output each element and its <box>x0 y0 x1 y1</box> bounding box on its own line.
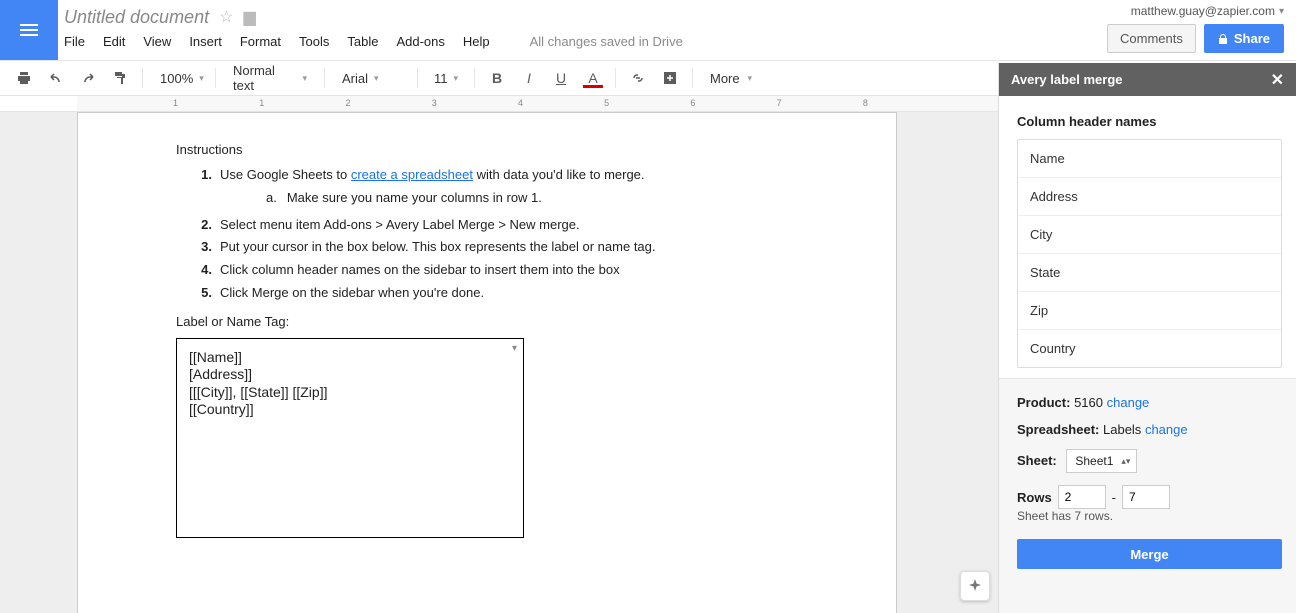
list-subitem: a.Make sure you name your columns in row… <box>176 187 848 210</box>
column-item-zip[interactable]: Zip <box>1018 291 1281 329</box>
change-spreadsheet-link[interactable]: change <box>1145 422 1188 437</box>
insert-link-icon[interactable] <box>624 65 652 91</box>
caret-down-icon: ▾ <box>453 73 458 84</box>
share-label: Share <box>1234 31 1270 46</box>
merge-button[interactable]: Merge <box>1017 539 1282 569</box>
menu-insert[interactable]: Insert <box>189 34 222 49</box>
caret-down-icon[interactable]: ▾ <box>512 343 517 356</box>
updown-icon: ▴▾ <box>1121 456 1130 467</box>
label-template-box[interactable]: ▾ [[Name]] [Address]] [[[City]], [[State… <box>176 338 524 538</box>
column-item-city[interactable]: City <box>1018 215 1281 253</box>
column-item-country[interactable]: Country <box>1018 329 1281 367</box>
rows-to-input[interactable] <box>1122 485 1170 509</box>
zoom-dropdown[interactable]: 100%▾ <box>151 65 207 91</box>
save-status: All changes saved in Drive <box>530 34 683 49</box>
instructions-heading: Instructions <box>176 141 848 160</box>
column-item-name[interactable]: Name <box>1018 140 1281 177</box>
caret-down-icon: ▾ <box>302 73 307 84</box>
label-box-heading: Label or Name Tag: <box>176 313 848 332</box>
share-button[interactable]: Share <box>1204 24 1284 53</box>
caret-down-icon: ▾ <box>747 73 752 84</box>
underline-icon[interactable]: U <box>547 65 575 91</box>
column-headers-title: Column header names <box>1017 114 1282 129</box>
app-logo[interactable] <box>0 0 58 60</box>
close-icon[interactable]: ✕ <box>1271 70 1284 90</box>
list-item: 4.Click column header names on the sideb… <box>198 259 848 282</box>
menu-format[interactable]: Format <box>240 34 281 49</box>
list-item: 2.Select menu item Add-ons > Avery Label… <box>198 214 848 237</box>
rows-row: Rows - <box>1017 485 1282 509</box>
caret-down-icon: ▾ <box>374 73 379 84</box>
explore-button[interactable] <box>960 571 990 601</box>
caret-down-icon: ▾ <box>1279 6 1284 17</box>
text-color-icon[interactable]: A <box>579 65 607 91</box>
menu-icon <box>20 24 38 36</box>
column-item-address[interactable]: Address <box>1018 177 1281 215</box>
sidebar-title: Avery label merge <box>1011 72 1123 87</box>
italic-icon[interactable]: I <box>515 65 543 91</box>
product-row: Product: 5160 change <box>1017 395 1282 410</box>
sheet-row: Sheet: Sheet1▴▾ <box>1017 449 1282 473</box>
document-page[interactable]: Instructions 1.Use Google Sheets to crea… <box>77 112 897 613</box>
folder-icon[interactable]: ▆ <box>243 7 255 27</box>
menu-addons[interactable]: Add-ons <box>396 34 444 49</box>
menu-file[interactable]: File <box>64 34 85 49</box>
create-spreadsheet-link[interactable]: create a spreadsheet <box>351 167 473 182</box>
list-item: 5.Click Merge on the sidebar when you're… <box>198 282 848 305</box>
caret-down-icon: ▾ <box>199 73 204 84</box>
rows-info: Sheet has 7 rows. <box>1017 509 1282 523</box>
label-line: [Address]] <box>189 366 511 384</box>
document-title[interactable]: Untitled document <box>64 6 209 28</box>
list-item: 1.Use Google Sheets to create a spreadsh… <box>198 164 848 187</box>
label-line: [[[City]], [[State]] [[Zip]] <box>189 384 511 402</box>
menu-table[interactable]: Table <box>347 34 378 49</box>
lock-icon <box>1218 34 1228 44</box>
list-item: 3.Put your cursor in the box below. This… <box>198 236 848 259</box>
menu-tools[interactable]: Tools <box>299 34 329 49</box>
account-email: matthew.guay@zapier.com <box>1131 4 1275 18</box>
spreadsheet-row: Spreadsheet: Labels change <box>1017 422 1282 437</box>
font-size-dropdown[interactable]: 11▾ <box>426 65 466 91</box>
label-line: [[Country]] <box>189 401 511 419</box>
sheet-select[interactable]: Sheet1▴▾ <box>1066 449 1137 473</box>
menu-edit[interactable]: Edit <box>103 34 125 49</box>
label-line: [[Name]] <box>189 349 511 367</box>
paragraph-style-dropdown[interactable]: Normal text▾ <box>224 65 316 91</box>
more-toolbar-dropdown[interactable]: More▾ <box>701 65 761 91</box>
account-menu[interactable]: matthew.guay@zapier.com ▾ <box>1131 4 1284 18</box>
editor-viewport[interactable]: Instructions 1.Use Google Sheets to crea… <box>0 112 998 613</box>
redo-icon[interactable] <box>74 65 102 91</box>
column-list: Name Address City State Zip Country <box>1017 139 1282 368</box>
addon-sidebar: Avery label merge ✕ Column header names … <box>998 63 1296 613</box>
star-icon[interactable]: ☆ <box>219 7 233 27</box>
explore-icon <box>967 578 983 594</box>
menu-help[interactable]: Help <box>463 34 490 49</box>
paint-format-icon[interactable] <box>106 65 134 91</box>
font-family-dropdown[interactable]: Arial▾ <box>333 65 409 91</box>
print-icon[interactable] <box>10 65 38 91</box>
rows-from-input[interactable] <box>1058 485 1106 509</box>
bold-icon[interactable]: B <box>483 65 511 91</box>
comments-button[interactable]: Comments <box>1107 24 1196 53</box>
instructions-list: 1.Use Google Sheets to create a spreadsh… <box>176 160 848 187</box>
column-item-state[interactable]: State <box>1018 253 1281 291</box>
change-product-link[interactable]: change <box>1107 395 1150 410</box>
undo-icon[interactable] <box>42 65 70 91</box>
add-comment-icon[interactable] <box>656 65 684 91</box>
menu-view[interactable]: View <box>143 34 171 49</box>
